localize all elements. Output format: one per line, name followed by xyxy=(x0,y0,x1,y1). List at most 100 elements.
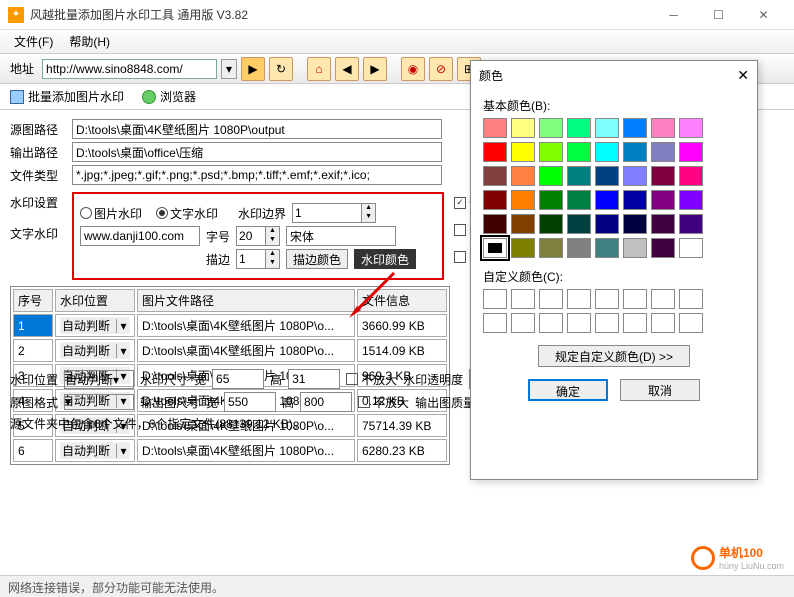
pos-combo[interactable]: 自动判断▾ xyxy=(64,370,134,389)
color-swatch[interactable] xyxy=(511,166,535,186)
tool2-button[interactable]: ⊘ xyxy=(429,57,453,81)
color-swatch[interactable] xyxy=(595,166,619,186)
color-swatch[interactable] xyxy=(539,142,563,162)
color-swatch[interactable] xyxy=(651,190,675,210)
stroke-color-button[interactable]: 描边颜色 xyxy=(286,249,348,269)
color-swatch[interactable] xyxy=(623,190,647,210)
menu-help[interactable]: 帮助(H) xyxy=(61,31,118,52)
menu-file[interactable]: 文件(F) xyxy=(6,31,61,52)
col-pos[interactable]: 水印位置 xyxy=(55,289,135,312)
tab-watermark-label: 批量添加图片水印 xyxy=(28,88,124,105)
no-enlarge-checkbox[interactable]: 不放大 xyxy=(346,371,397,388)
color-swatch[interactable] xyxy=(567,166,591,186)
color-swatch[interactable] xyxy=(651,166,675,186)
tab-watermark[interactable]: 批量添加图片水印 xyxy=(6,86,128,107)
color-swatch[interactable] xyxy=(483,190,507,210)
no-enlarge2-checkbox[interactable]: 不放大 xyxy=(358,394,409,411)
color-swatch[interactable] xyxy=(483,238,507,258)
color-swatch[interactable] xyxy=(623,214,647,234)
color-swatch[interactable] xyxy=(679,214,703,234)
color-swatch[interactable] xyxy=(623,238,647,258)
color-ok-button[interactable]: 确定 xyxy=(528,379,608,401)
home-button[interactable]: ⌂ xyxy=(307,57,331,81)
color-swatch[interactable] xyxy=(567,190,591,210)
color-swatch[interactable] xyxy=(539,190,563,210)
color-swatch[interactable] xyxy=(595,238,619,258)
out-path-input[interactable] xyxy=(72,142,442,162)
color-swatch[interactable] xyxy=(595,190,619,210)
address-dropdown[interactable]: ▾ xyxy=(221,59,237,79)
color-swatch[interactable] xyxy=(567,142,591,162)
font-size-input[interactable] xyxy=(236,226,266,246)
back-button[interactable]: ◀ xyxy=(335,57,359,81)
color-swatch[interactable] xyxy=(539,214,563,234)
color-swatch[interactable] xyxy=(483,214,507,234)
file-type-input[interactable] xyxy=(72,165,442,185)
col-info[interactable]: 文件信息 xyxy=(357,289,447,312)
color-swatch[interactable] xyxy=(511,238,535,258)
color-swatch[interactable] xyxy=(567,214,591,234)
table-row[interactable]: 2自动判断▾D:\tools\桌面\4K壁纸图片 1080P\o...1514.… xyxy=(13,339,447,362)
color-cancel-button[interactable]: 取消 xyxy=(620,379,700,401)
text-wm-input[interactable] xyxy=(80,226,200,246)
margin-spinner[interactable]: ▲▼ xyxy=(362,203,376,223)
address-input[interactable] xyxy=(42,59,217,79)
stroke-input[interactable] xyxy=(236,249,266,269)
src-path-input[interactable] xyxy=(72,119,442,139)
minimize-button[interactable]: ─ xyxy=(651,0,696,30)
color-swatch[interactable] xyxy=(511,118,535,138)
color-dialog-close[interactable]: ✕ xyxy=(737,67,749,84)
color-swatch[interactable] xyxy=(511,142,535,162)
color-swatch[interactable] xyxy=(511,214,535,234)
refresh-button[interactable]: ↻ xyxy=(269,57,293,81)
color-swatch[interactable] xyxy=(539,166,563,186)
color-swatch[interactable] xyxy=(539,238,563,258)
orig-fmt-combo[interactable]: ▾ xyxy=(64,394,134,410)
color-swatch[interactable] xyxy=(483,166,507,186)
color-swatch[interactable] xyxy=(539,118,563,138)
wm-color-button[interactable]: 水印颜色 xyxy=(354,249,416,269)
go-button[interactable]: ▶ xyxy=(241,57,265,81)
table-row[interactable]: 6自动判断▾D:\tools\桌面\4K壁纸图片 1080P\o...6280.… xyxy=(13,439,447,462)
color-swatch[interactable] xyxy=(651,238,675,258)
color-swatch[interactable] xyxy=(511,190,535,210)
out-height-input[interactable] xyxy=(300,392,352,412)
out-width-input[interactable] xyxy=(224,392,276,412)
color-swatch[interactable] xyxy=(567,118,591,138)
wm-height-input[interactable] xyxy=(288,369,340,389)
tab-browser[interactable]: 浏览器 xyxy=(138,86,200,107)
color-swatch[interactable] xyxy=(483,142,507,162)
col-path[interactable]: 图片文件路径 xyxy=(137,289,355,312)
col-no[interactable]: 序号 xyxy=(13,289,53,312)
table-row[interactable]: 1自动判断▾D:\tools\桌面\4K壁纸图片 1080P\o...3660.… xyxy=(13,314,447,337)
color-swatch[interactable] xyxy=(595,142,619,162)
forward-button[interactable]: ▶ xyxy=(363,57,387,81)
radio-text-wm[interactable]: 文字水印 xyxy=(156,205,218,222)
close-button[interactable]: ✕ xyxy=(741,0,786,30)
wm-width-input[interactable] xyxy=(212,369,264,389)
color-swatch[interactable] xyxy=(679,118,703,138)
radio-image-wm[interactable]: 图片水印 xyxy=(80,205,142,222)
font-size-spinner[interactable]: ▲▼ xyxy=(266,226,280,246)
color-swatch[interactable] xyxy=(651,142,675,162)
color-swatch[interactable] xyxy=(679,142,703,162)
color-swatch[interactable] xyxy=(595,118,619,138)
font-name-input[interactable] xyxy=(286,226,396,246)
define-custom-button[interactable]: 规定自定义颜色(D) >> xyxy=(538,345,690,367)
color-swatch[interactable] xyxy=(595,214,619,234)
stroke-spinner[interactable]: ▲▼ xyxy=(266,249,280,269)
color-swatch[interactable] xyxy=(679,190,703,210)
color-swatch[interactable] xyxy=(679,238,703,258)
color-swatch[interactable] xyxy=(623,166,647,186)
maximize-button[interactable]: ☐ xyxy=(696,0,741,30)
color-swatch[interactable] xyxy=(483,118,507,138)
color-swatch[interactable] xyxy=(623,142,647,162)
color-swatch[interactable] xyxy=(651,214,675,234)
margin-input[interactable] xyxy=(292,203,362,223)
color-swatch[interactable] xyxy=(623,118,647,138)
color-swatch[interactable] xyxy=(651,118,675,138)
custom-swatch[interactable] xyxy=(483,289,507,309)
color-swatch[interactable] xyxy=(567,238,591,258)
color-swatch[interactable] xyxy=(679,166,703,186)
tool1-button[interactable]: ◉ xyxy=(401,57,425,81)
